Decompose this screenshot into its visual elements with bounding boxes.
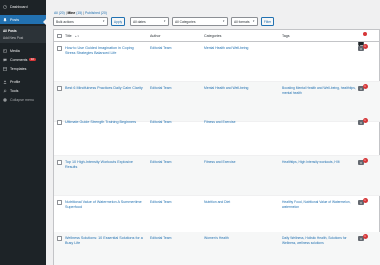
collapse-icon [3,97,7,102]
menu-comments[interactable]: Comments 10 [0,55,46,64]
main-content: All (20) | Mine (15) | Published (20) Bu… [46,0,380,265]
menu-collapse[interactable]: Collapse menu [0,95,46,104]
submenu-add-new-post[interactable]: Add New Post [3,36,23,40]
comment-icon [3,58,7,62]
post-status-filters: All (20) | Mine (15) | Published (20) [54,11,107,15]
row-checkbox[interactable] [57,200,62,205]
menu-templates-label: Templates [10,66,27,71]
formats-select[interactable]: All formats ▼ [231,17,258,26]
menu-collapse-label: Collapse menu [10,97,34,102]
post-title-link[interactable]: Nutritional Value of Watermelon A Summer… [65,200,143,210]
submenu-all-posts[interactable]: All Posts [3,29,17,33]
bulk-actions-select[interactable]: Bulk actions ▼ [53,17,108,26]
post-tags[interactable]: Daily Wellness, Holistic Health, Solutio… [282,236,357,246]
menu-tools-label: Tools [10,88,19,93]
apply-button[interactable]: Apply [111,17,125,26]
column-title[interactable]: Title ▲▼ [65,34,79,38]
table-row: Top 10 High-Intensity Workouts Explosive… [54,156,380,196]
user-icon [3,80,7,84]
column-author: Author [150,34,161,38]
post-category-link[interactable]: Fitness and Exercise [204,120,235,124]
pending-comments-badge: 1 [362,84,368,89]
filter-mine-link[interactable]: Mine (15) [68,11,83,15]
menu-dashboard-label: Dashboard [10,4,28,9]
categories-select[interactable]: All Categories ▼ [172,17,228,26]
post-tags[interactable]: Healthtips, High Intensity workouts, HII… [282,160,357,165]
menu-posts-label: Posts [10,17,19,22]
menu-media[interactable]: Media [0,46,46,55]
menu-comments-label: Comments [10,57,28,62]
menu-media-label: Media [10,48,20,53]
dates-select[interactable]: All dates ▼ [130,17,169,26]
post-title-link[interactable]: Top 10 High-Intensity Workouts Explosive… [65,160,143,170]
post-author-link[interactable]: Editorial Team [150,200,171,204]
post-title-link[interactable]: Wellness Solutions: 10 Essential Solutio… [65,236,143,246]
row-checkbox[interactable] [57,160,62,165]
wrench-icon [3,89,7,93]
admin-sidebar: Dashboard Posts All Posts Add New Post M… [0,0,46,265]
menu-profile-label: Profile [10,79,21,84]
post-tags[interactable]: Healthy Food, Nutritional Value of Water… [282,200,357,210]
chevron-down-icon: ▼ [163,20,166,23]
post-category-link[interactable]: Mental Health and Well-being [204,46,248,50]
post-title-link[interactable]: Ultimate Guide Strength Training Beginne… [65,120,143,125]
bulk-actions-value: Bulk actions [56,19,74,24]
table-row: Nutritional Value of Watermelon A Summer… [54,196,380,236]
select-all-checkbox[interactable] [57,33,62,38]
post-author-link[interactable]: Editorial Team [150,86,171,90]
menu-posts[interactable]: Posts [0,15,46,24]
menu-templates[interactable]: Templates [0,64,46,73]
formats-value: All formats [234,19,250,24]
table-row: Wellness Solutions: 10 Essential Solutio… [54,232,380,265]
comments-count-badge: 10 [29,56,36,62]
post-author-link[interactable]: Editorial Team [150,120,171,124]
pending-comments-badge: 1 [362,44,368,49]
dashboard-icon [3,4,7,9]
pending-comments-badge: 1 [362,234,368,239]
categories-value: All Categories [175,19,196,24]
row-checkbox[interactable] [57,46,62,51]
row-checkbox[interactable] [57,236,62,241]
post-author-link[interactable]: Editorial Team [150,236,171,240]
posts-table: Title ▲▼ Author Categories Tags How to Us… [53,29,380,265]
menu-tools[interactable]: Tools [0,86,46,95]
post-category-link[interactable]: Fitness and Exercise [204,160,235,164]
menu-dashboard[interactable]: Dashboard [0,2,46,11]
table-header: Title ▲▼ Author Categories Tags [54,30,380,47]
column-tags: Tags [282,34,290,38]
pending-comments-badge: 1 [362,198,368,203]
pending-comments-badge: 1 [362,158,368,163]
table-row: Ultimate Guide Strength Training Beginne… [54,116,380,156]
sort-icon: ▲▼ [74,35,80,38]
media-icon [3,49,7,53]
table-row: How to Use Guided Imagination in Coping … [54,42,380,82]
dates-value: All dates [133,19,146,24]
chevron-down-icon: ▼ [102,20,105,23]
post-title-link[interactable]: Best 6 Mindfulness Practices Daily Calm … [65,86,143,91]
post-author-link[interactable]: Editorial Team [150,160,171,164]
menu-profile[interactable]: Profile [0,77,46,86]
pending-comments-badge: 1 [362,118,368,123]
templates-icon [3,66,7,71]
chevron-down-icon: ▼ [252,20,255,23]
column-categories: Categories [204,34,222,38]
filter-all-link[interactable]: All (20) [54,11,65,15]
post-category-link[interactable]: Mental Health and Well-being [204,86,248,90]
filter-button[interactable]: Filter [261,17,274,26]
chevron-down-icon: ▼ [222,20,225,23]
post-category-link[interactable]: Women's Health [204,236,229,240]
filter-published-link[interactable]: Published (20) [85,11,107,15]
pending-dot-icon [362,32,367,36]
row-checkbox[interactable] [57,120,62,125]
post-tags[interactable]: Boosting Mental Health and Well-being, h… [282,86,357,96]
post-category-link[interactable]: Nutrition and Diet [204,200,230,204]
post-author-link[interactable]: Editorial Team [150,46,171,50]
post-title-link[interactable]: How to Use Guided Imagination in Coping … [65,46,143,56]
row-checkbox[interactable] [57,86,62,91]
pin-icon [3,17,7,22]
posts-submenu: All Posts Add New Post [0,26,46,43]
